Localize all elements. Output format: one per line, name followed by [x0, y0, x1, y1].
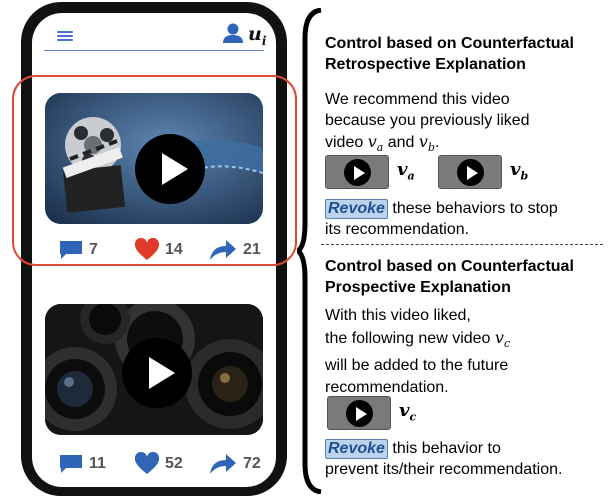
prospective-text: With this video liked, the following new…	[325, 307, 511, 397]
comment-icon	[60, 455, 82, 473]
like-stat-2[interactable]: 52	[134, 451, 183, 477]
share-icon	[210, 454, 236, 474]
revoke-button-2[interactable]: Revoke	[325, 439, 388, 459]
play-icon	[346, 400, 373, 427]
share-stat-2[interactable]: 72	[208, 451, 261, 477]
user-label: ui	[248, 23, 267, 48]
heart-icon	[134, 452, 160, 474]
revoke-button-1[interactable]: Revoke	[325, 199, 388, 219]
video-thumb-vc[interactable]	[327, 396, 391, 430]
menu-icon[interactable]	[57, 31, 73, 41]
label-vb: vb	[510, 159, 529, 183]
section-divider	[321, 244, 603, 245]
prospective-revoke-text: Revoke this behavior to prevent its/thei…	[325, 439, 563, 478]
video-thumb-vb[interactable]	[438, 155, 502, 189]
play-icon	[344, 159, 371, 186]
play-icon	[457, 159, 484, 186]
retrospective-panel: Control based on Counterfactual Retrospe…	[325, 33, 574, 75]
highlighted-post-outline	[12, 75, 297, 266]
label-va: va	[397, 159, 415, 183]
comment-stat-2[interactable]: 11	[58, 451, 106, 477]
retrospective-text: We recommend this video because you prev…	[325, 91, 530, 155]
post-stats-2: 11 52 72	[32, 451, 276, 477]
video-thumb-va[interactable]	[325, 155, 389, 189]
label-vc: vc	[399, 400, 417, 424]
prospective-panel: Control based on Counterfactual Prospect…	[325, 256, 574, 298]
video-thumbnail-2[interactable]	[45, 304, 263, 435]
curly-brace	[297, 8, 322, 494]
user-profile[interactable]: ui	[222, 22, 272, 48]
user-icon	[223, 23, 243, 43]
retrospective-revoke-text: Revoke these behaviors to stop its recom…	[325, 199, 558, 238]
play-button-2[interactable]	[122, 338, 192, 408]
header-divider	[44, 50, 264, 51]
prospective-title: Control based on Counterfactual Prospect…	[325, 258, 574, 296]
retrospective-title: Control based on Counterfactual Retrospe…	[325, 35, 574, 73]
